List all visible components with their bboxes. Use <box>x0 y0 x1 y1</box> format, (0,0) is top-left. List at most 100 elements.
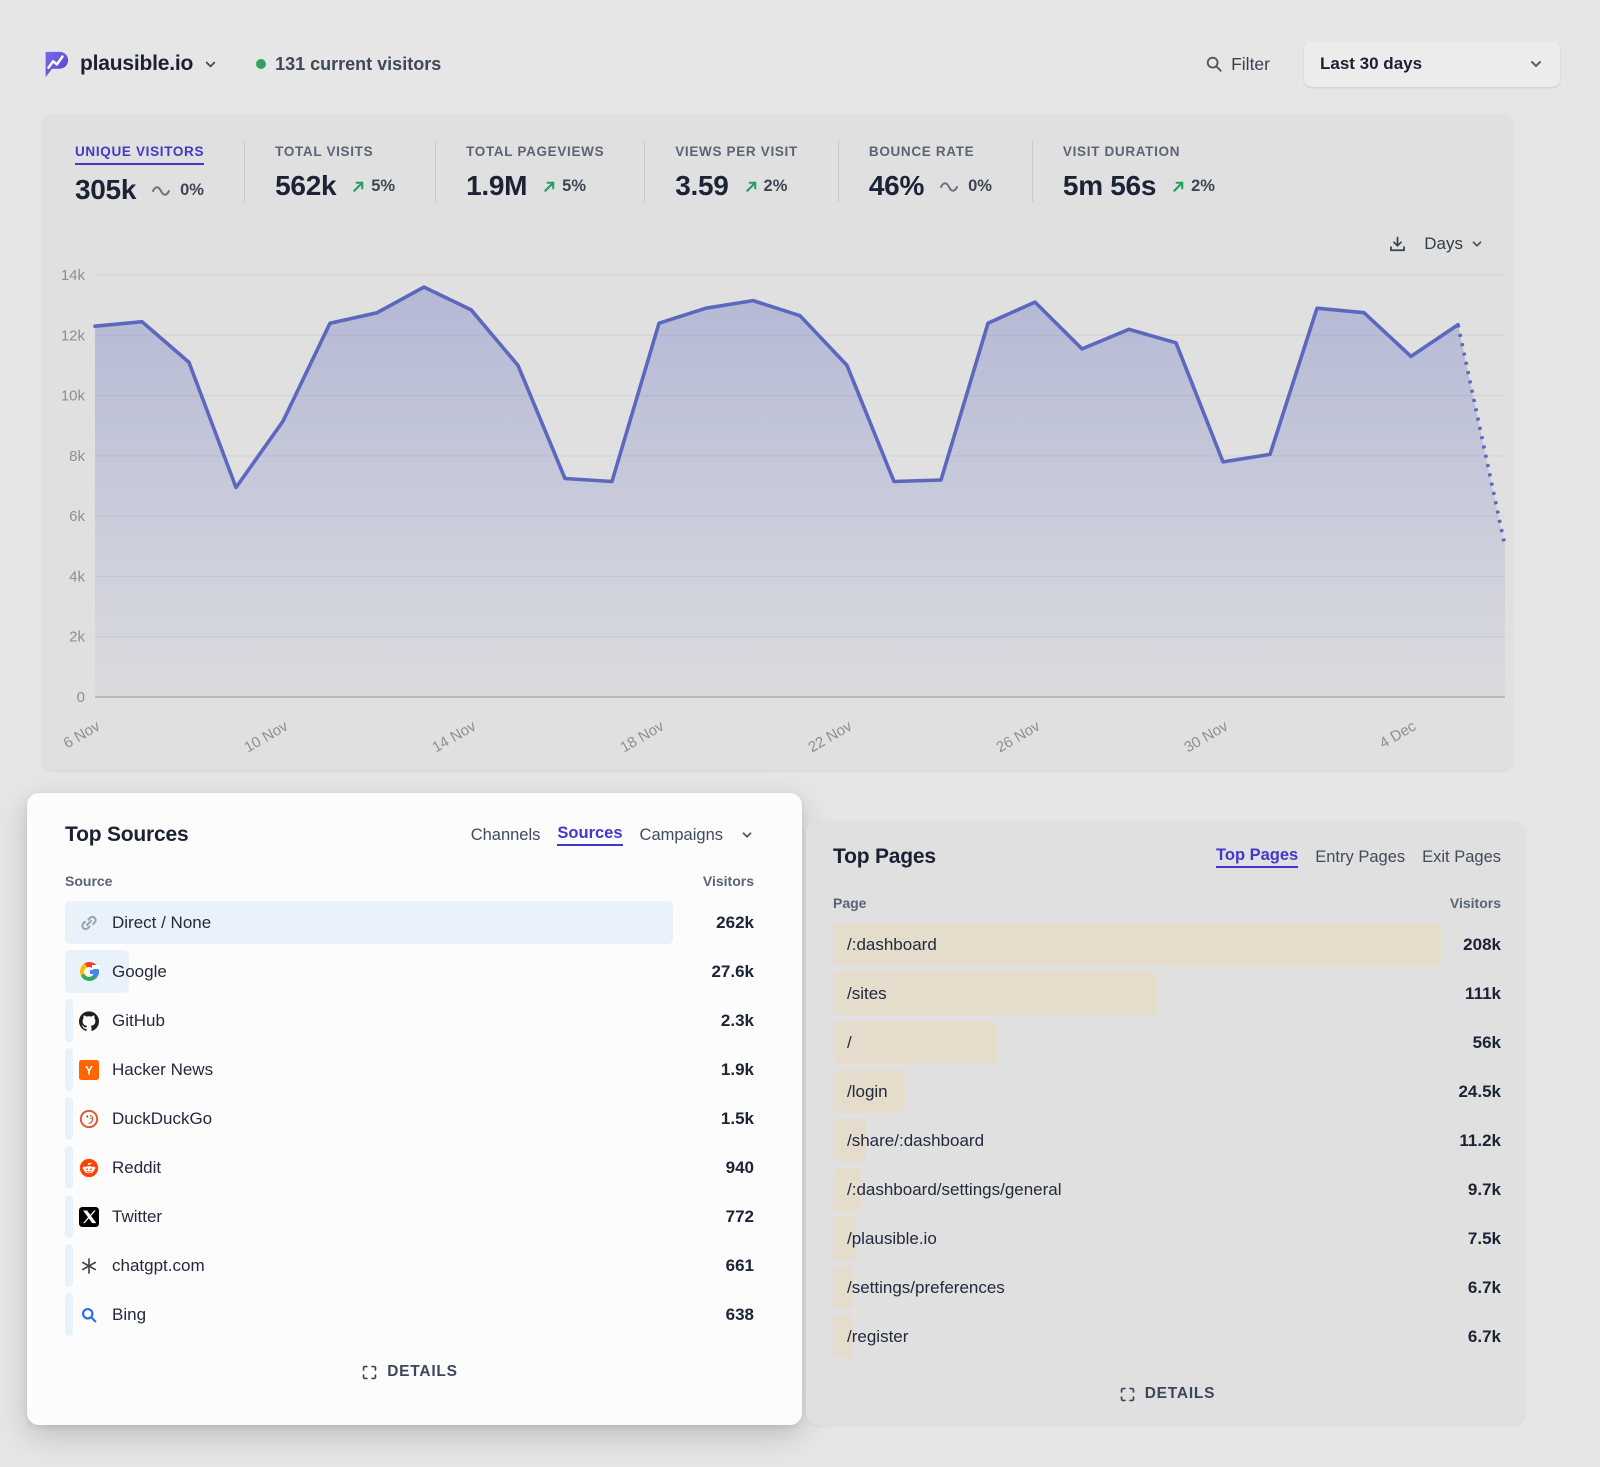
stat-label: VISIT DURATION <box>1063 144 1180 159</box>
expand-icon <box>1119 1386 1136 1403</box>
source-row[interactable]: YHacker News1.9k <box>65 1045 754 1094</box>
sources-tabs: Channels Sources Campaigns <box>471 824 754 846</box>
tab-entry-pages[interactable]: Entry Pages <box>1315 848 1405 867</box>
row-label: / <box>847 1033 852 1053</box>
pages-details-button[interactable]: DETAILS <box>833 1385 1501 1403</box>
row-label: /register <box>847 1327 908 1347</box>
live-dot-icon <box>256 59 266 69</box>
github-icon <box>79 1011 99 1031</box>
tab-top-pages[interactable]: Top Pages <box>1216 846 1298 868</box>
source-row[interactable]: GitHub2.3k <box>65 996 754 1045</box>
date-range-select[interactable]: Last 30 days <box>1304 41 1560 87</box>
page-row[interactable]: /register6.7k <box>833 1312 1501 1361</box>
source-row[interactable]: Bing638 <box>65 1290 754 1339</box>
row-label: Hacker News <box>112 1060 213 1080</box>
sources-details-button[interactable]: DETAILS <box>65 1363 754 1381</box>
page-row[interactable]: /login24.5k <box>833 1067 1501 1116</box>
row-label: DuckDuckGo <box>112 1109 212 1129</box>
svg-text:14k: 14k <box>61 267 86 284</box>
trend-up-icon <box>744 179 759 194</box>
row-label: Twitter <box>112 1207 162 1227</box>
row-label: Reddit <box>112 1158 161 1178</box>
stat-total-visits[interactable]: TOTAL VISITS562k5% <box>244 141 435 202</box>
stat-total-pageviews[interactable]: TOTAL PAGEVIEWS1.9M5% <box>435 141 644 202</box>
row-label: chatgpt.com <box>112 1256 205 1276</box>
row-bar <box>65 1195 73 1238</box>
chevron-down-icon <box>203 57 218 72</box>
stat-label: TOTAL VISITS <box>275 144 373 159</box>
row-bar <box>65 1244 73 1287</box>
sources-column-headers: Source Visitors <box>65 873 754 889</box>
link-icon <box>79 913 99 933</box>
row-bar <box>65 1048 73 1091</box>
page-row[interactable]: /sites111k <box>833 969 1501 1018</box>
stat-change: 5% <box>351 177 395 196</box>
row-visitors: 24.5k <box>1458 1082 1501 1102</box>
top-sources-panel: Top Sources Channels Sources Campaigns S… <box>27 793 802 1425</box>
row-bar <box>65 1097 73 1140</box>
duckduckgo-icon <box>79 1109 99 1129</box>
svg-text:Y: Y <box>85 1064 93 1077</box>
filter-label: Filter <box>1231 54 1270 75</box>
row-visitors: 9.7k <box>1468 1180 1501 1200</box>
filter-button[interactable]: Filter <box>1205 54 1270 75</box>
trend-up-icon <box>542 179 557 194</box>
source-row[interactable]: Twitter772 <box>65 1192 754 1241</box>
svg-text:6 Nov: 6 Nov <box>61 717 104 752</box>
svg-text:22 Nov: 22 Nov <box>805 717 855 756</box>
pages-rows: /:dashboard208k/sites111k/56k/login24.5k… <box>833 920 1501 1361</box>
svg-text:10 Nov: 10 Nov <box>241 717 291 756</box>
site-name: plausible.io <box>80 52 193 76</box>
row-visitors: 11.2k <box>1459 1131 1501 1151</box>
stat-label: TOTAL PAGEVIEWS <box>466 144 604 159</box>
column-visitors: Visitors <box>1450 895 1501 911</box>
stat-views-per-visit[interactable]: VIEWS PER VISIT3.592% <box>644 141 838 202</box>
page-row[interactable]: /share/:dashboard 11.2k <box>833 1116 1501 1165</box>
svg-text:8k: 8k <box>69 448 85 465</box>
chevron-down-icon[interactable] <box>740 828 754 842</box>
current-visitors[interactable]: 131 current visitors <box>256 54 441 75</box>
source-row[interactable]: DuckDuckGo1.5k <box>65 1094 754 1143</box>
interval-select[interactable]: Days <box>1424 234 1484 254</box>
row-label: /sites <box>847 984 887 1004</box>
page-row[interactable]: /:dashboard208k <box>833 920 1501 969</box>
source-row[interactable]: Google27.6k <box>65 947 754 996</box>
interval-value: Days <box>1424 234 1463 254</box>
stat-unique-visitors[interactable]: UNIQUE VISITORS305k0% <box>75 141 244 206</box>
svg-text:4 Dec: 4 Dec <box>1377 717 1420 752</box>
source-row[interactable]: Reddit 940 <box>65 1143 754 1192</box>
pages-column-headers: Page Visitors <box>833 895 1501 911</box>
tab-sources[interactable]: Sources <box>557 824 622 846</box>
tab-channels[interactable]: Channels <box>471 826 541 845</box>
source-row[interactable]: chatgpt.com661 <box>65 1241 754 1290</box>
row-visitors: 7.5k <box>1468 1229 1501 1249</box>
stat-bounce-rate[interactable]: BOUNCE RATE46%0% <box>838 141 1032 202</box>
panel-title: Top Sources <box>65 823 188 847</box>
page-row[interactable]: /:dashboard/settings/general9.7k <box>833 1165 1501 1214</box>
source-row[interactable]: Direct / None262k <box>65 898 754 947</box>
twitter-x-icon <box>79 1207 99 1227</box>
tab-exit-pages[interactable]: Exit Pages <box>1422 848 1501 867</box>
stat-visit-duration[interactable]: VISIT DURATION5m 56s2% <box>1032 141 1255 202</box>
svg-text:2k: 2k <box>69 629 85 646</box>
chart-controls: Days <box>43 227 1512 261</box>
expand-icon <box>361 1364 378 1381</box>
site-switcher[interactable]: plausible.io <box>40 49 218 79</box>
trend-up-icon <box>351 179 366 194</box>
tab-campaigns[interactable]: Campaigns <box>640 826 723 845</box>
sources-rows: Direct / None262kGoogle27.6kGitHub2.3k Y H… <box>65 898 754 1339</box>
row-visitors: 940 <box>726 1158 754 1178</box>
row-visitors: 208k <box>1463 935 1501 955</box>
download-button[interactable] <box>1387 234 1408 255</box>
stat-change-value: 5% <box>371 177 395 196</box>
visitors-chart: 02k4k6k8k10k12k14k6 Nov10 Nov14 Nov18 No… <box>43 261 1512 766</box>
hackernews-icon: Y <box>79 1060 99 1080</box>
row-visitors: 262k <box>716 913 754 933</box>
row-label: /share/:dashboard <box>847 1131 984 1151</box>
page-row[interactable]: /settings/preferences6.7k <box>833 1263 1501 1312</box>
stat-change: 5% <box>542 177 586 196</box>
page-row[interactable]: /plausible.io7.5k <box>833 1214 1501 1263</box>
page-row[interactable]: /56k <box>833 1018 1501 1067</box>
column-visitors: Visitors <box>703 873 754 889</box>
stat-label: UNIQUE VISITORS <box>75 144 204 165</box>
